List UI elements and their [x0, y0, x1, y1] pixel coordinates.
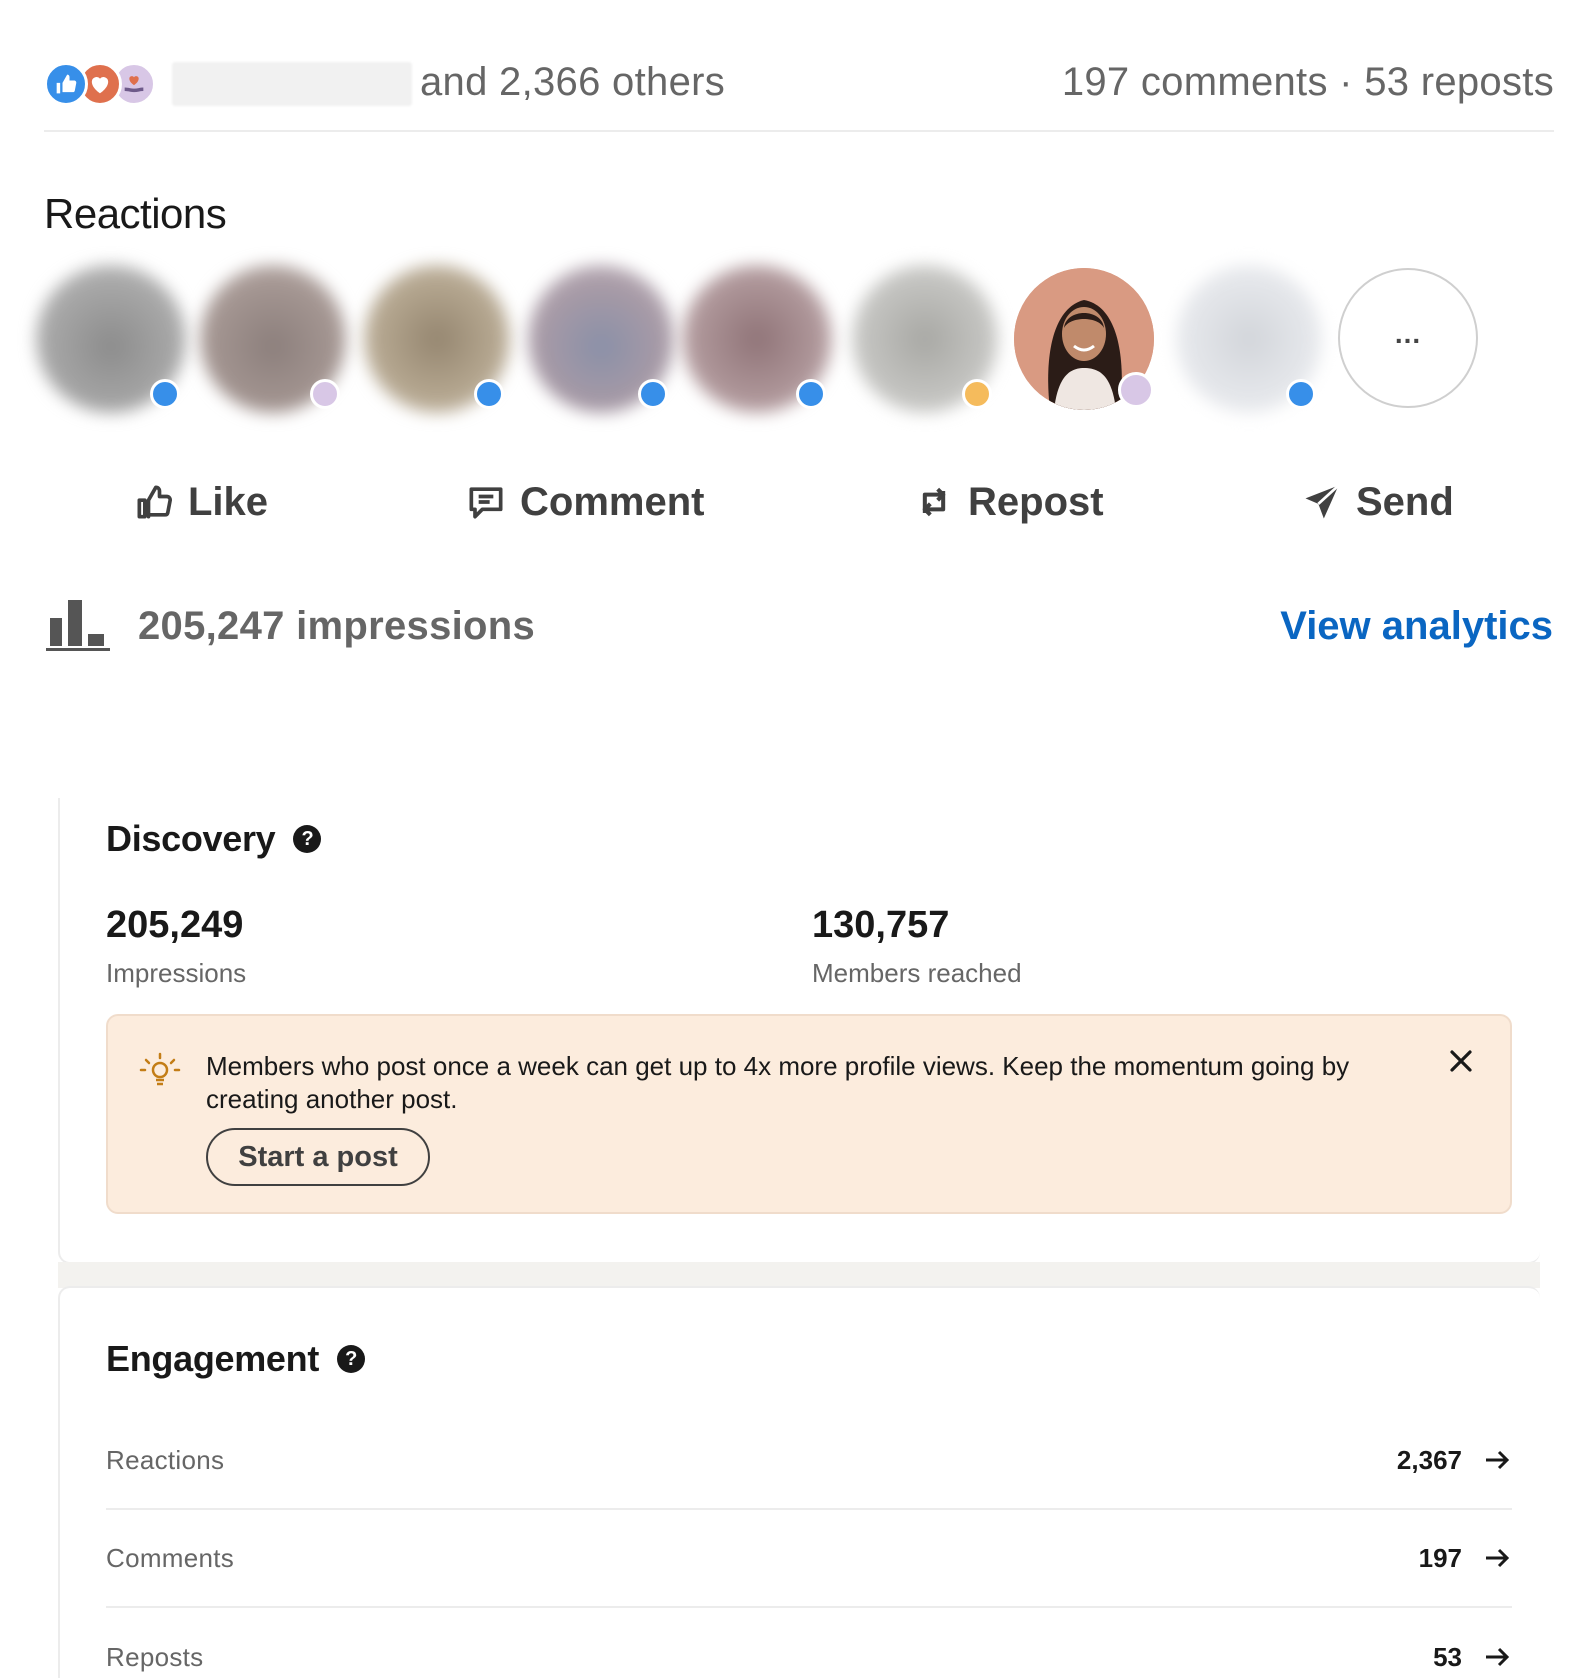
- impressions-value: 205,249: [106, 904, 244, 946]
- discovery-title: Discovery ?: [106, 818, 322, 860]
- discovery-title-text: Discovery: [106, 818, 276, 859]
- engagement-card: Engagement ? Reactions 2,367 Comments 19…: [58, 1286, 1540, 1678]
- arrow-right-icon: [1486, 1647, 1510, 1667]
- like-reaction-icon: [44, 62, 88, 106]
- reaction-icons[interactable]: [44, 62, 156, 108]
- engagement-row-label: Reposts: [106, 1641, 204, 1672]
- close-icon[interactable]: [1444, 1044, 1478, 1078]
- engagement-title: Engagement ?: [106, 1338, 366, 1380]
- reactor-avatar-photo[interactable]: [1014, 268, 1154, 410]
- repost-button[interactable]: Repost: [912, 470, 1104, 534]
- impressions-count: 205,247 impressions: [138, 604, 536, 648]
- engagement-row-reposts[interactable]: Reposts 53: [106, 1608, 1512, 1678]
- repost-label: Repost: [968, 479, 1104, 524]
- blurred-reactor-name: [172, 62, 412, 106]
- reactor-avatar[interactable]: [682, 265, 832, 413]
- comment-label: Comment: [520, 479, 705, 524]
- help-icon[interactable]: ?: [293, 825, 322, 853]
- engagement-row-value: 197: [1418, 1542, 1462, 1573]
- posting-tip-banner: Members who post once a week can get up …: [106, 1014, 1512, 1214]
- comment-icon: [469, 487, 503, 519]
- comment-button[interactable]: Comment: [464, 470, 704, 534]
- members-reached-value: 130,757: [812, 904, 950, 946]
- engagement-row-label: Comments: [106, 1542, 235, 1573]
- reactor-avatar[interactable]: [528, 265, 674, 413]
- lightbulb-icon: [139, 1052, 181, 1086]
- members-reached-label: Members reached: [812, 958, 1022, 988]
- engagement-row-value: 53: [1433, 1641, 1462, 1672]
- reaction-count-text[interactable]: and 2,366 others: [420, 60, 725, 105]
- send-icon: [1305, 484, 1340, 519]
- reactor-avatar[interactable]: [36, 265, 186, 413]
- start-a-post-button[interactable]: Start a post: [206, 1128, 430, 1186]
- reactor-avatar[interactable]: [200, 265, 346, 413]
- engagement-title-text: Engagement: [106, 1338, 320, 1379]
- more-reactors-button[interactable]: ...: [1338, 268, 1478, 408]
- repost-icon: [922, 487, 946, 517]
- engagement-row-value: 2,367: [1396, 1444, 1462, 1475]
- engagement-row-reactions[interactable]: Reactions 2,367: [106, 1412, 1512, 1510]
- reactor-avatar[interactable]: [852, 265, 998, 413]
- reactor-avatar[interactable]: [1176, 265, 1322, 413]
- view-analytics-link[interactable]: View analytics: [1280, 604, 1553, 649]
- impressions-label: Impressions: [106, 958, 247, 988]
- engagement-row-label: Reactions: [106, 1444, 225, 1475]
- social-counts-bar: and 2,366 others 197 comments · 53 repos…: [44, 52, 1554, 132]
- reactor-avatar[interactable]: [364, 265, 510, 413]
- like-label: Like: [188, 479, 269, 524]
- arrow-right-icon: [1486, 1548, 1510, 1568]
- section-divider: [58, 1262, 1540, 1288]
- like-button[interactable]: Like: [132, 470, 268, 534]
- tip-message: Members who post once a week can get up …: [206, 1051, 1350, 1114]
- help-icon[interactable]: ?: [337, 1345, 366, 1373]
- comments-reposts-count[interactable]: 197 comments · 53 reposts: [1062, 60, 1554, 105]
- reactions-heading: Reactions: [44, 190, 227, 237]
- thumbs-up-icon: [137, 485, 173, 519]
- bar-chart-icon: [46, 600, 110, 651]
- send-button[interactable]: Send: [1300, 470, 1454, 534]
- discovery-card: Discovery ? 205,249 Impressions 130,757 …: [58, 798, 1540, 1264]
- arrow-right-icon: [1486, 1450, 1510, 1470]
- send-label: Send: [1356, 479, 1454, 524]
- engagement-row-comments[interactable]: Comments 197: [106, 1510, 1512, 1608]
